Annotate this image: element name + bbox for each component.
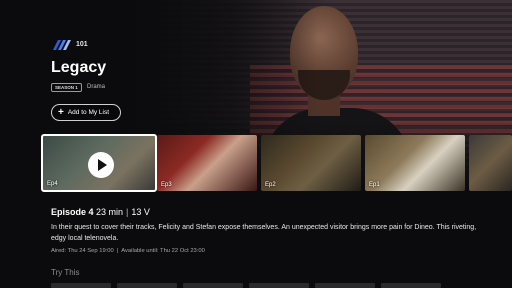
episode-card-ep2[interactable]: Ep2 [261,135,361,191]
try-this-card[interactable] [315,283,375,288]
plus-icon: + [58,106,64,118]
try-this-card[interactable] [381,283,441,288]
genre-label: Drama [87,84,106,90]
episode-card-label: Ep1 [369,182,380,188]
try-this-heading: Try This [51,268,80,277]
try-this-row [51,283,512,288]
episode-card-label: Ep4 [47,181,58,187]
try-this-card[interactable] [51,283,111,288]
show-title: Legacy [51,59,107,76]
try-this-card[interactable] [249,283,309,288]
play-icon[interactable] [88,152,114,178]
try-this-card[interactable] [183,283,243,288]
age-rating: 13 V [131,207,150,217]
channel-number: 101 [76,41,88,48]
add-to-my-list-button[interactable]: + Add to My List [51,104,121,121]
episode-card-ep3[interactable]: Ep3 [157,135,257,191]
season-badge[interactable]: SEASON 1 [51,83,82,92]
aired-date: Aired: Thu 24 Sep 19:00 [51,248,114,254]
episode-title: Episode 4 [51,207,94,217]
episode-card-ep1[interactable]: Ep1 [365,135,465,191]
airing-info: Aired: Thu 24 Sep 19:00 | Available until:… [51,248,205,254]
add-to-my-list-label: Add to My List [67,109,110,116]
episode-heading: Episode 4 23 min | 13 V [51,207,150,217]
episode-card-ep4[interactable]: Ep4 [41,134,157,192]
showmax-logo-icon [53,40,71,50]
episode-card-label: Ep3 [161,182,172,188]
try-this-card[interactable] [117,283,177,288]
available-until: Available until: Thu 22 Oct 23:00 [121,248,205,254]
episode-duration: 23 min [96,207,124,217]
episode-synopsis: In their quest to cover their tracks, Fe… [51,224,477,242]
episode-card-partial[interactable] [469,135,512,191]
episode-card-label: Ep2 [265,182,276,188]
